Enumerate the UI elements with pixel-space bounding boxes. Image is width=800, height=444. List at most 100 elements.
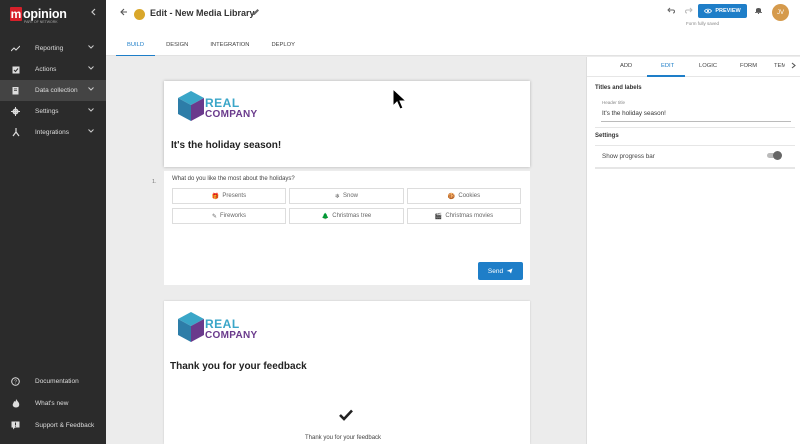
option-snow[interactable]: ❄ Snow [289,188,404,204]
chat-alert-icon [10,421,21,430]
sidebar-item-support[interactable]: Support & Feedback [0,414,106,436]
sidebar-item-label: Support & Feedback [35,421,95,429]
divider [595,167,795,169]
tab-deploy[interactable]: DEPLOY [261,40,307,56]
section-settings: Settings [595,133,619,139]
send-button[interactable]: Send [478,262,523,280]
sidebar-item-whats-new[interactable]: What's new [0,392,106,414]
edit-title-pencil-icon[interactable] [252,8,260,18]
save-status: Form fully saved [686,21,720,26]
header-title-input[interactable]: It's the holiday season! [602,110,666,117]
preview-button[interactable]: PREVIEW [698,4,747,18]
logo-subtitle: PART OF NETWORK [24,20,58,24]
preview-label: PREVIEW [715,8,741,14]
redo-icon[interactable] [684,6,693,16]
logo-line1: REAL [205,96,240,110]
chevron-down-icon [88,44,94,51]
sidebar-item-label: Integrations [35,129,69,136]
help-circle-icon: ? [10,376,21,386]
progress-bar-label: Show progress bar [602,153,655,160]
active-tab-indicator [647,75,685,77]
tab-add[interactable]: ADD [620,63,632,69]
tab-edit[interactable]: EDIT [661,63,674,69]
tab-form[interactable]: FORM [740,63,757,69]
question-number: 1. [152,179,157,185]
logo-line2: COMPANY [205,109,258,120]
sidebar-item-label: Settings [35,108,59,115]
collapse-sidebar-button[interactable] [90,8,96,18]
clipboard-icon [10,86,21,95]
logo[interactable]: m opinion PART OF NETWORK [0,0,106,28]
tab-build[interactable]: BUILD [116,40,156,56]
sidebar-item-settings[interactable]: Settings [0,101,106,122]
page-title: Edit - New Media Library [150,8,255,18]
sidebar-item-label: What's new [35,399,69,407]
option-label: Christmas movies [445,213,494,219]
bell-icon[interactable] [755,6,762,16]
checkbox-icon [10,66,21,74]
undo-icon[interactable] [667,6,676,16]
paper-plane-icon [506,268,513,274]
option-label: Christmas tree [332,213,372,219]
back-arrow-icon[interactable] [120,8,128,18]
chevron-left-icon [91,8,96,16]
chevron-down-icon [88,128,94,135]
sidebar-item-label: Reporting [35,45,64,52]
cube-logo-icon [178,312,204,342]
gear-icon [10,107,21,116]
tab-logic[interactable]: LOGIC [699,63,717,69]
tab-template[interactable]: TEM [774,63,785,69]
sidebar-item-label: Documentation [35,377,79,385]
input-underline [601,121,791,122]
avatar[interactable]: JV [772,4,789,21]
logo-line2: COMPANY [205,330,258,341]
properties-panel: ADD EDIT LOGIC FORM TEM Titles and label… [586,57,800,444]
sidebar-item-data-collection[interactable]: Data collection [0,80,106,101]
sidebar-item-actions[interactable]: Actions [0,59,106,80]
cube-logo-icon [178,91,204,121]
sidebar: m opinion PART OF NETWORK Reporting Acti… [0,0,106,444]
sidebar-item-label: Data collection [35,87,78,94]
sidebar-item-integrations[interactable]: Integrations [0,122,106,143]
thank-you-message: Thank you for your feedback [305,435,382,441]
eye-icon [704,8,713,14]
svg-text:?: ? [14,379,17,385]
card-title: It's the holiday season! [171,140,282,151]
tab-design[interactable]: DESIGN [155,40,199,56]
chart-line-icon [10,45,21,52]
option-christmas-tree[interactable]: 🌲 Christmas tree [289,208,404,224]
section-titles-labels: Titles and labels [595,85,642,91]
film-icon: 🎬 [434,213,443,220]
option-cookies[interactable]: 🍪 Cookies [407,188,521,204]
toggle-knob[interactable] [773,151,782,160]
option-label: Snow [343,193,359,199]
sidebar-item-reporting[interactable]: Reporting [0,38,106,59]
option-label: Presents [222,193,247,199]
firework-icon: ✎ [211,213,217,220]
sidebar-bottom-nav: ? Documentation What's new Support & Fee… [0,370,106,436]
tab-integration[interactable]: INTEGRATION [199,40,260,56]
divider [595,127,795,128]
logo-text: opinion [23,7,67,21]
chevron-down-icon [88,107,94,114]
gift-icon: 🎁 [211,193,220,200]
checkmark-icon [339,408,353,424]
sidebar-item-documentation[interactable]: ? Documentation [0,370,106,392]
logo-line1: REAL [205,317,240,331]
option-label: Fireworks [220,213,247,219]
chevron-right-icon[interactable] [791,62,796,71]
plug-icon [10,128,21,137]
flame-icon [10,398,21,408]
header-card[interactable]: REAL COMPANY It's the holiday season! [164,81,530,167]
chevron-down-icon [88,65,94,72]
header-title-label: Header title [602,100,626,105]
option-christmas-movies[interactable]: 🎬 Christmas movies [407,208,521,224]
option-fireworks[interactable]: ✎ Fireworks [172,208,286,224]
top-header: Edit - New Media Library Form fully save… [106,0,800,56]
sidebar-item-label: Actions [35,66,57,73]
option-presents[interactable]: 🎁 Presents [172,188,286,204]
send-label: Send [487,267,504,275]
editor-tabs: BUILD DESIGN INTEGRATION DEPLOY [116,40,306,56]
logo-mark: m [10,7,22,21]
company-logo: REAL COMPANY [177,311,257,351]
